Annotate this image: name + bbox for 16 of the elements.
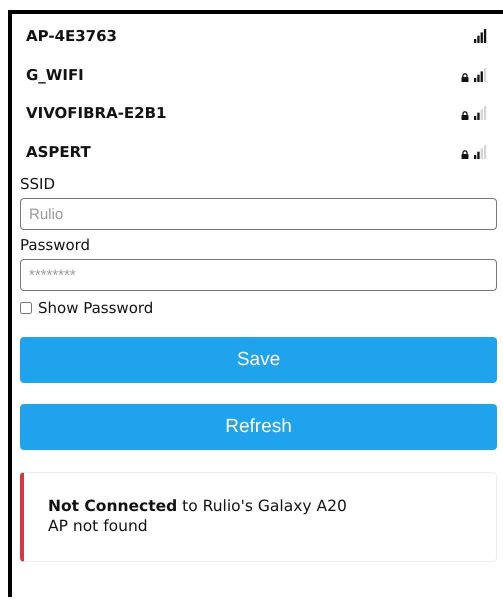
field-label: Password xyxy=(20,236,92,254)
network-item[interactable]: VIVOFIBRA-E2B1 xyxy=(20,94,497,132)
field-label: SSID xyxy=(20,175,56,193)
network-name: AP-4E3763 xyxy=(26,27,117,46)
network-name: G_WIFI xyxy=(26,66,84,84)
network-name: VIVOFIBRA-E2B1 xyxy=(26,104,166,122)
network-item[interactable]: AP-4E3763 xyxy=(20,17,497,56)
ssid-field[interactable]: Rulio xyxy=(20,198,497,230)
status-detail: AP not found xyxy=(48,516,149,536)
password-field[interactable]: ******** xyxy=(20,259,497,291)
checkbox[interactable] xyxy=(20,302,32,314)
status-message: Not Connected to Rulio's Galaxy A20 xyxy=(48,496,348,516)
network-item[interactable]: G_WIFI xyxy=(20,56,497,94)
checkbox-label: Show Password xyxy=(38,299,154,317)
network-item[interactable]: ASPERT xyxy=(20,132,497,171)
network-name: ASPERT xyxy=(26,142,91,161)
